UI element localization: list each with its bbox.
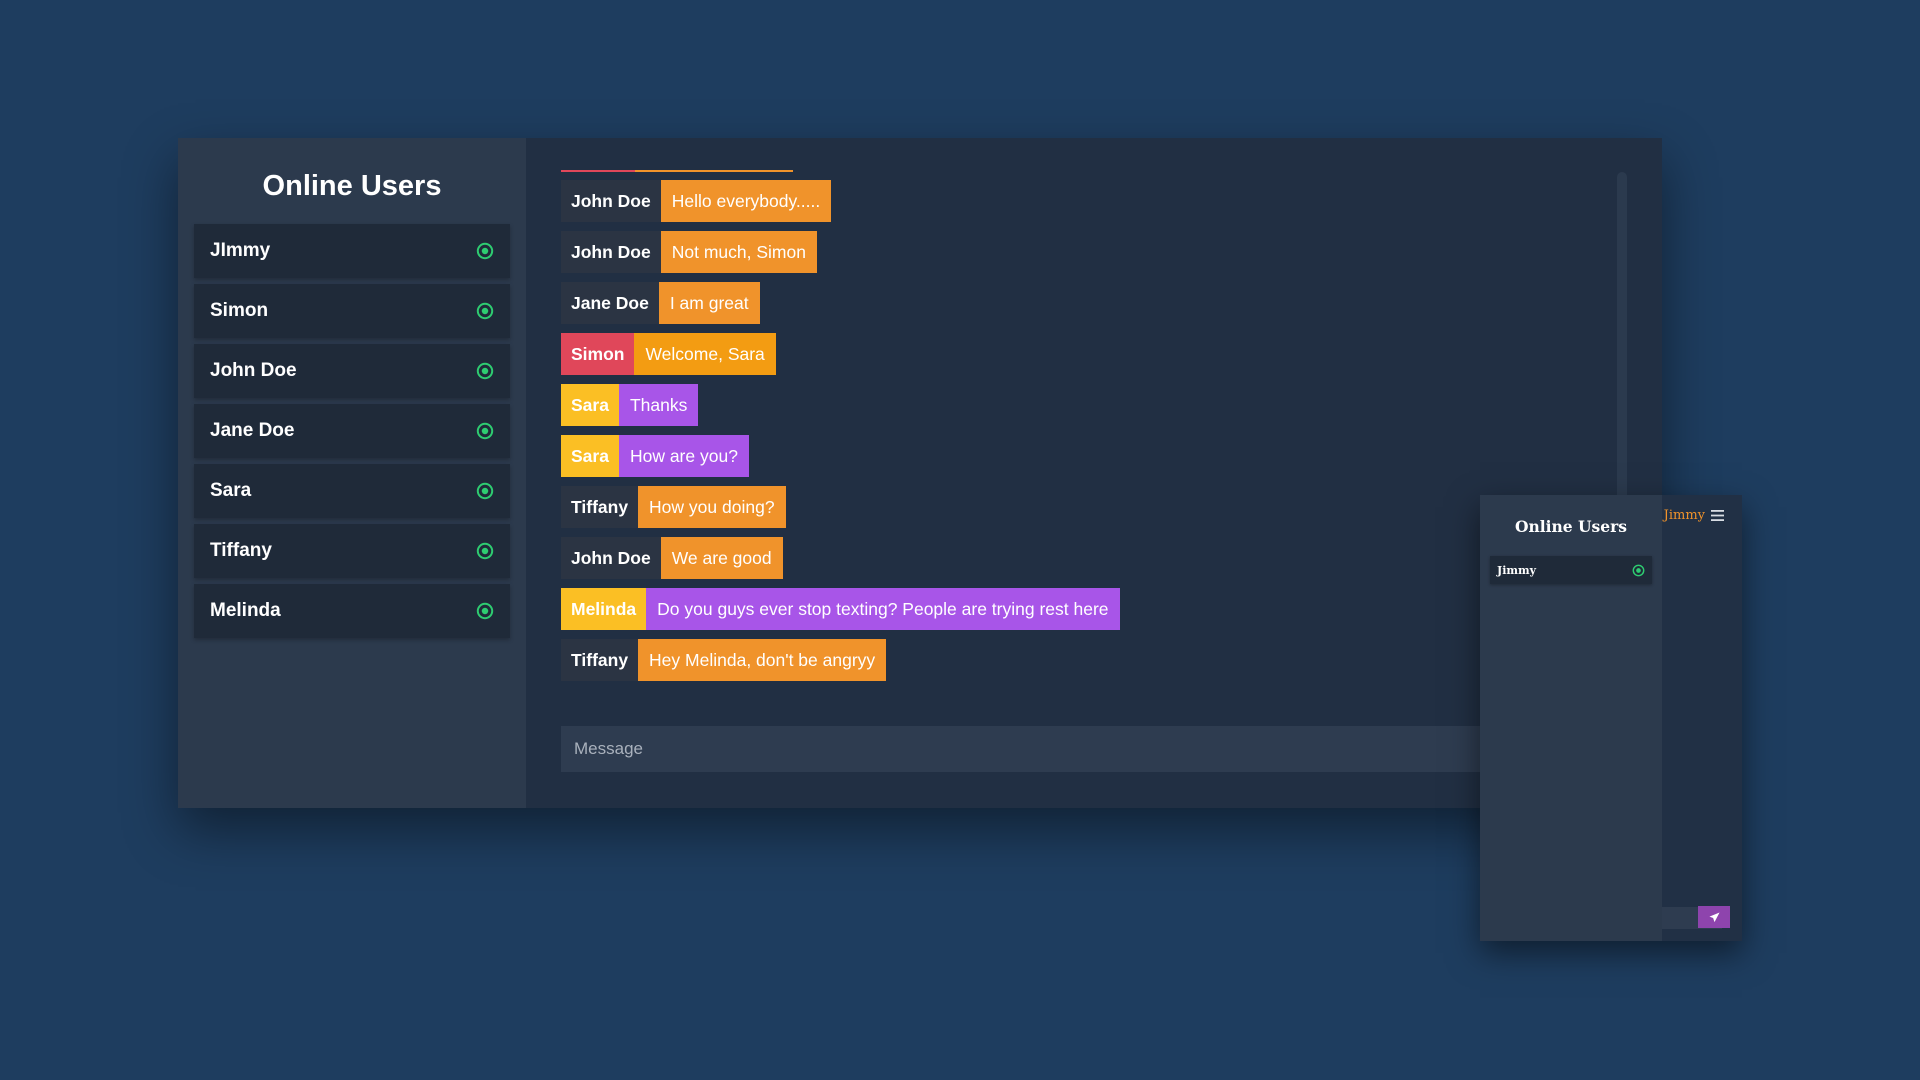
user-name: Tiffany bbox=[210, 540, 272, 561]
user-list: JImmy Simon John Doe Jane Doe Sara Tiffany Mel… bbox=[194, 224, 510, 638]
user-item[interactable]: Melinda bbox=[194, 584, 510, 638]
message-author: Tiffany bbox=[561, 486, 639, 528]
user-name: JImmy bbox=[210, 240, 271, 261]
message-author: Sara bbox=[561, 435, 619, 477]
chat-message: Sara Thanks bbox=[561, 384, 1120, 426]
user-item[interactable]: Jane Doe bbox=[194, 404, 510, 458]
message-text: We are good bbox=[660, 537, 783, 579]
message-author: Sara bbox=[561, 384, 619, 426]
online-status-icon bbox=[476, 602, 494, 620]
chat-message: Sara How are you? bbox=[561, 435, 1120, 477]
message-author: Melinda bbox=[561, 588, 647, 630]
message-author: John Doe bbox=[561, 180, 661, 222]
chat-message: Simon Welcome, Sara bbox=[561, 333, 1120, 375]
online-status-icon bbox=[476, 362, 494, 380]
send-button[interactable] bbox=[1698, 906, 1730, 928]
user-item[interactable]: Simon bbox=[194, 284, 510, 338]
message-text: Hello everybody..... bbox=[660, 180, 832, 222]
message-author: John Doe bbox=[561, 231, 661, 273]
user-name: Sara bbox=[210, 480, 252, 501]
chat-message: Tiffany Hey Melinda, don't be angryy bbox=[561, 639, 1120, 681]
user-item[interactable]: John Doe bbox=[194, 344, 510, 398]
sidebar-title: Online Users bbox=[262, 170, 442, 202]
current-username: Jimmy bbox=[1663, 507, 1705, 523]
online-status-icon bbox=[476, 542, 494, 560]
message-text: I am great bbox=[658, 282, 760, 324]
online-status-icon bbox=[476, 482, 494, 500]
message-author: Jane Doe bbox=[561, 282, 659, 324]
message-text: Welcome, Sara bbox=[634, 333, 776, 375]
chat-message: Melinda Do you guys ever stop texting? Pe… bbox=[561, 588, 1120, 630]
user-name: Melinda bbox=[210, 600, 281, 621]
user-name: John Doe bbox=[210, 360, 297, 381]
mini-user-list: Jimmy bbox=[1490, 556, 1652, 584]
message-text: Thanks bbox=[618, 384, 699, 426]
send-icon bbox=[1708, 911, 1720, 922]
user-item[interactable]: Sara bbox=[194, 464, 510, 518]
user-item[interactable]: JImmy bbox=[194, 224, 510, 278]
message-text: Hey Melinda, don't be angryy bbox=[638, 639, 887, 681]
message-list: John Doe Hello everybody..... John Doe Not … bbox=[561, 180, 1120, 690]
message-text: How are you? bbox=[618, 435, 749, 477]
message-author: Tiffany bbox=[561, 639, 639, 681]
online-status-icon bbox=[476, 242, 494, 260]
message-text: Not much, Simon bbox=[660, 231, 817, 273]
message-author: John Doe bbox=[561, 537, 661, 579]
online-status-icon bbox=[1632, 564, 1645, 576]
user-item[interactable]: Tiffany bbox=[194, 524, 510, 578]
message-text: Do you guys ever stop texting? People ar… bbox=[646, 588, 1120, 630]
mini-online-users-sidebar: Online Users Jimmy bbox=[1480, 495, 1662, 941]
mini-sidebar-title: Online Users bbox=[1514, 517, 1628, 536]
online-status-icon bbox=[476, 302, 494, 320]
user-name: Simon bbox=[210, 300, 269, 321]
message-author: Simon bbox=[561, 333, 635, 375]
chat-message: John Doe Not much, Simon bbox=[561, 231, 1120, 273]
mini-user-item[interactable]: Jimmy bbox=[1490, 556, 1652, 584]
hamburger-icon[interactable] bbox=[1711, 509, 1724, 521]
online-users-sidebar: Online Users JImmy Simon John Doe Jane Doe S… bbox=[178, 138, 526, 808]
mini-header: Jimmy bbox=[1662, 505, 1742, 525]
user-name: Jane Doe bbox=[210, 420, 295, 441]
user-name: Jimmy bbox=[1497, 563, 1537, 577]
chat-window: Online Users JImmy Simon John Doe Jane Doe S… bbox=[178, 138, 1662, 808]
message-text: How you doing? bbox=[638, 486, 786, 528]
chat-message: Tiffany How you doing? bbox=[561, 486, 1120, 528]
chat-message: John Doe Hello everybody..... bbox=[561, 180, 1120, 222]
mobile-preview-window: Online Users Jimmy Jimmy bbox=[1480, 495, 1742, 941]
chat-message: Jane Doe I am great bbox=[561, 282, 1120, 324]
chat-message: John Doe We are good bbox=[561, 537, 1120, 579]
online-status-icon bbox=[476, 422, 494, 440]
partially-hidden-message bbox=[561, 170, 793, 172]
